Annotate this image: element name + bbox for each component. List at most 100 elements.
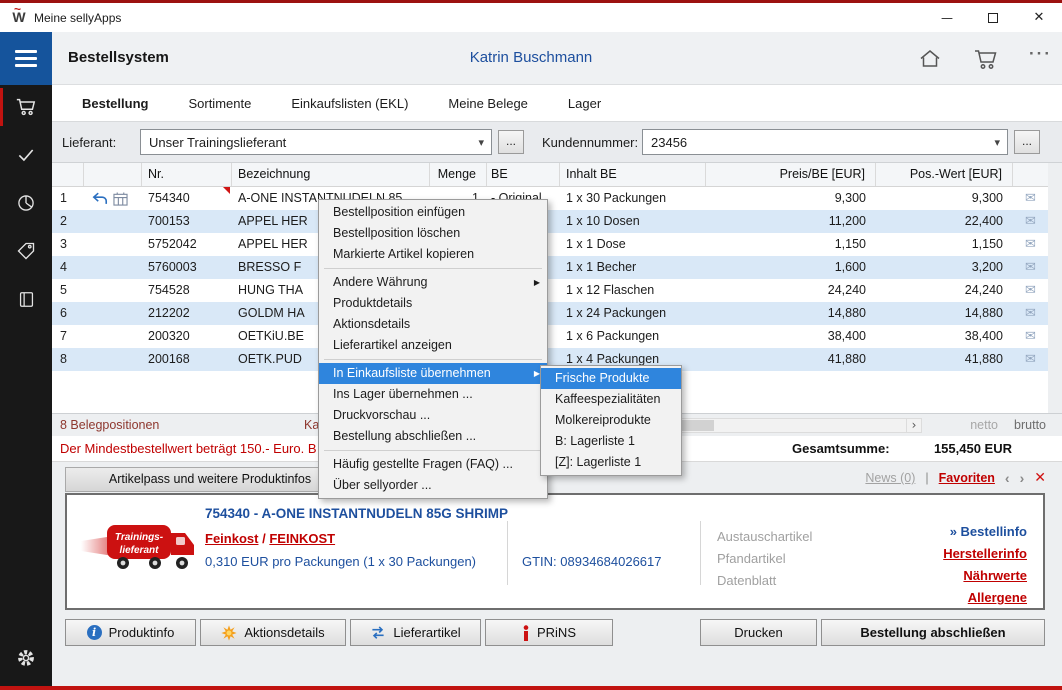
- naehrwerte-link[interactable]: Nährwerte: [943, 565, 1027, 587]
- sidebar-item-belege[interactable]: [0, 277, 52, 321]
- drucken-button[interactable]: Drucken: [700, 619, 817, 646]
- tab-lager[interactable]: Lager: [568, 96, 601, 111]
- supplier-browse-button[interactable]: ...: [498, 130, 524, 154]
- position-value-cell: 14,880: [876, 302, 1013, 325]
- lieferartikel-button[interactable]: Lieferartikel: [350, 619, 481, 646]
- mail-cell[interactable]: ✉: [1013, 187, 1048, 210]
- menu-item[interactable]: Markierte Artikel kopieren: [319, 244, 547, 265]
- mail-cell[interactable]: ✉: [1013, 210, 1048, 233]
- table-row[interactable]: 6212202GOLDM HA1 x 24 Packungen14,88014,…: [52, 302, 1048, 325]
- hamburger-menu-button[interactable]: [0, 32, 52, 85]
- menu-item[interactable]: Bestellposition löschen: [319, 223, 547, 244]
- produktinfo-button[interactable]: i Produktinfo: [65, 619, 196, 646]
- header-bezeichnung[interactable]: Bezeichnung: [232, 163, 430, 186]
- menu-item[interactable]: Ins Lager übernehmen ...: [319, 384, 547, 405]
- tab-einkaufslisten[interactable]: Einkaufslisten (EKL): [291, 96, 408, 111]
- header-inhalt[interactable]: Inhalt BE: [560, 163, 706, 186]
- menu-item-label: Ins Lager übernehmen ...: [333, 387, 473, 401]
- menu-item[interactable]: Andere Währung▶: [319, 272, 547, 293]
- mail-cell[interactable]: ✉: [1013, 348, 1048, 371]
- category-link-2[interactable]: FEINKOST: [269, 531, 335, 546]
- mail-icon[interactable]: ✉: [1025, 306, 1036, 321]
- calendar-icon[interactable]: [113, 192, 128, 206]
- mail-icon[interactable]: ✉: [1025, 260, 1036, 275]
- close-panel-icon[interactable]: ✕: [1034, 470, 1046, 486]
- header-be[interactable]: BE: [487, 163, 560, 186]
- sidebar-item-freigaben[interactable]: [0, 133, 52, 177]
- news-link[interactable]: News (0): [865, 471, 915, 485]
- category-link-1[interactable]: Feinkost: [205, 531, 258, 546]
- prev-arrow-icon[interactable]: ‹: [1005, 470, 1010, 486]
- undo-arrow-icon[interactable]: [92, 192, 108, 205]
- close-button[interactable]: ✕: [1016, 3, 1062, 32]
- mail-icon[interactable]: ✉: [1025, 352, 1036, 367]
- artikelpass-tab[interactable]: Artikelpass und weitere Produktinfos: [65, 467, 355, 492]
- header-preis[interactable]: Preis/BE [EUR]: [706, 163, 876, 186]
- menu-item[interactable]: Druckvorschau ...: [319, 405, 547, 426]
- tab-meine-belege[interactable]: Meine Belege: [448, 96, 528, 111]
- menu-item[interactable]: Molkereiprodukte: [541, 410, 681, 431]
- menu-item[interactable]: Produktdetails: [319, 293, 547, 314]
- allergene-link[interactable]: Allergene: [943, 587, 1027, 609]
- table-row[interactable]: 35752042APPEL HER1 x 1 Dose1,1501,150✉: [52, 233, 1048, 256]
- menu-item[interactable]: Lieferartikel anzeigen: [319, 335, 547, 356]
- brutto-toggle[interactable]: brutto: [1014, 418, 1046, 432]
- home-button[interactable]: [916, 45, 944, 73]
- menu-item[interactable]: B: Lagerliste 1: [541, 431, 681, 452]
- aktionsdetails-button[interactable]: Aktionsdetails: [200, 619, 346, 646]
- header-flags[interactable]: [84, 163, 142, 186]
- menu-item[interactable]: [Z]: Lagerliste 1: [541, 452, 681, 473]
- mail-cell[interactable]: ✉: [1013, 233, 1048, 256]
- header-nr[interactable]: Nr.: [142, 163, 232, 186]
- mail-cell[interactable]: ✉: [1013, 279, 1048, 302]
- customer-browse-button[interactable]: ...: [1014, 130, 1040, 154]
- favorites-link[interactable]: Favoriten: [939, 471, 995, 485]
- menu-item[interactable]: Häufig gestellte Fragen (FAQ) ...: [319, 454, 547, 475]
- table-row[interactable]: 7200320OETKiU.BE1 x 6 Packungen38,40038,…: [52, 325, 1048, 348]
- menu-item[interactable]: Kaffeespezialitäten: [541, 389, 681, 410]
- mail-cell[interactable]: ✉: [1013, 325, 1048, 348]
- sidebar-item-settings[interactable]: [0, 638, 52, 678]
- sidebar-item-statistik[interactable]: [0, 181, 52, 225]
- sidebar-item-aktionen[interactable]: [0, 229, 52, 273]
- order-table-body: 1754340A-ONE INSTANTNUDELN 851- Original…: [52, 187, 1048, 371]
- menu-item[interactable]: Bestellposition einfügen: [319, 202, 547, 223]
- user-name[interactable]: Katrin Buschmann: [470, 49, 593, 66]
- minimize-button[interactable]: —: [924, 3, 970, 32]
- mail-icon[interactable]: ✉: [1025, 214, 1036, 229]
- table-row[interactable]: 2700153APPEL HER1 x 10 Dosen11,20022,400…: [52, 210, 1048, 233]
- bestellinfo-link[interactable]: » Bestellinfo: [943, 521, 1027, 543]
- header-rownum[interactable]: [52, 163, 84, 186]
- netto-toggle[interactable]: netto: [970, 418, 998, 432]
- table-row[interactable]: 5754528HUNG THA1 x 12 Flaschen24,24024,2…: [52, 279, 1048, 302]
- menu-item[interactable]: Frische Produkte: [541, 368, 681, 389]
- next-arrow-icon[interactable]: ›: [1020, 470, 1025, 486]
- prins-button[interactable]: PRiNS: [485, 619, 613, 646]
- mail-icon[interactable]: ✉: [1025, 329, 1036, 344]
- mail-icon[interactable]: ✉: [1025, 237, 1036, 252]
- mail-icon[interactable]: ✉: [1025, 191, 1036, 206]
- header-menge[interactable]: Menge: [430, 163, 487, 186]
- menu-item[interactable]: Bestellung abschließen ...: [319, 426, 547, 447]
- logo-text-2: lieferant: [120, 545, 160, 556]
- menu-item[interactable]: Über sellyorder ...: [319, 475, 547, 496]
- bestellung-abschliessen-button[interactable]: Bestellung abschließen: [821, 619, 1045, 646]
- tab-bestellung[interactable]: Bestellung: [82, 96, 148, 111]
- mail-cell[interactable]: ✉: [1013, 256, 1048, 279]
- mail-icon[interactable]: ✉: [1025, 283, 1036, 298]
- cart-button[interactable]: [972, 45, 1000, 73]
- maximize-button[interactable]: [970, 3, 1016, 32]
- menu-item[interactable]: Aktionsdetails: [319, 314, 547, 335]
- herstellerinfo-link[interactable]: Herstellerinfo: [943, 543, 1027, 565]
- customer-select[interactable]: 23456 ▾: [642, 129, 1008, 155]
- mail-cell[interactable]: ✉: [1013, 302, 1048, 325]
- table-row[interactable]: 1754340A-ONE INSTANTNUDELN 851- Original…: [52, 187, 1048, 210]
- more-options-button[interactable]: ···: [1029, 44, 1052, 64]
- header-poswert[interactable]: Pos.-Wert [EUR]: [876, 163, 1013, 186]
- supplier-select[interactable]: Unser Trainingslieferant ▾: [140, 129, 492, 155]
- table-row[interactable]: 45760003BRESSO F1 x 1 Becher1,6003,200✉: [52, 256, 1048, 279]
- menu-item[interactable]: In Einkaufsliste übernehmen▶: [319, 363, 547, 384]
- sidebar-item-bestellung[interactable]: [0, 85, 52, 129]
- tab-sortimente[interactable]: Sortimente: [188, 96, 251, 111]
- scroll-right-arrow[interactable]: ›: [906, 419, 921, 432]
